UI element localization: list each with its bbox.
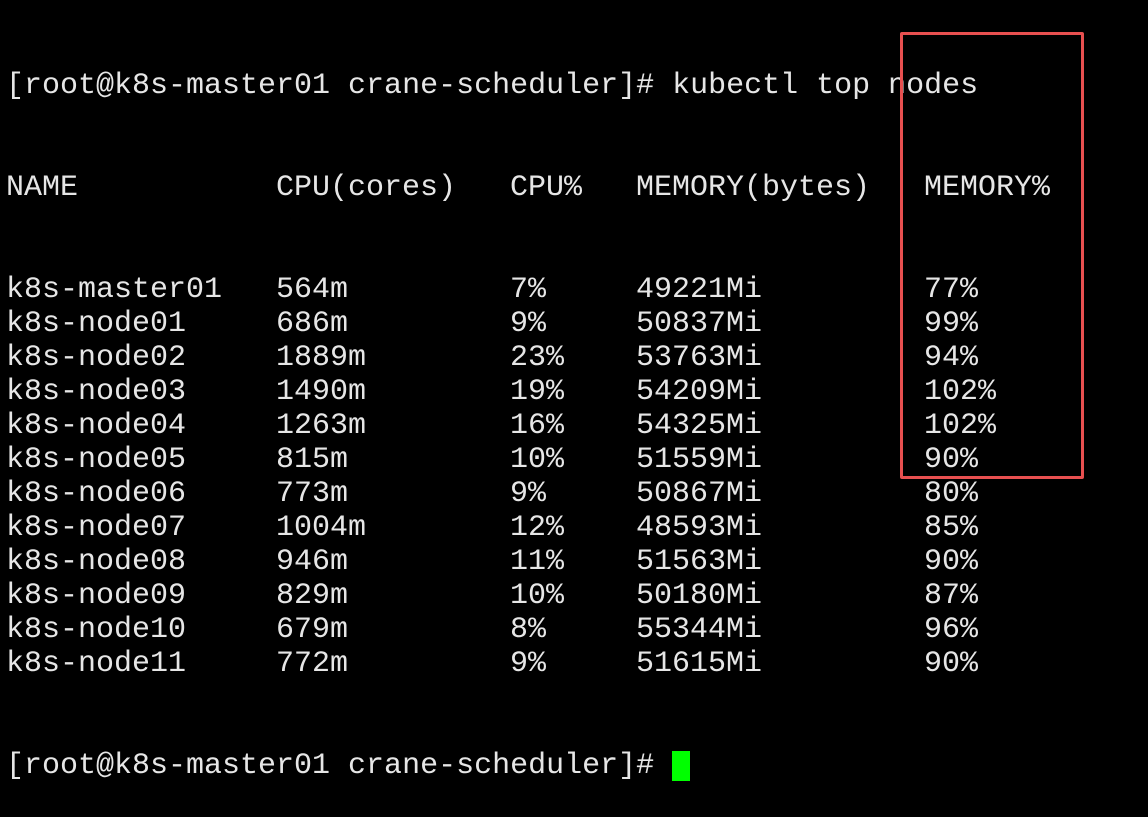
- cpu-cores: 772m: [276, 647, 349, 681]
- memory-bytes: 51559Mi: [636, 443, 763, 477]
- memory-bytes: 54209Mi: [636, 375, 763, 409]
- memory-bytes: 50837Mi: [636, 307, 763, 341]
- table-header: NAME CPU(cores) CPU% MEMORY(bytes) MEMORY%: [6, 171, 1050, 205]
- cpu-percent: 10%: [510, 579, 565, 613]
- node-name: k8s-node05: [6, 443, 187, 477]
- terminal[interactable]: [root@k8s-master01 crane-scheduler]# kub…: [6, 1, 1050, 817]
- node-name: k8s-node03: [6, 375, 187, 409]
- memory-percent: 90%: [924, 647, 979, 681]
- table-row: k8s-node11 772m 9% 51615Mi 90%: [6, 647, 1050, 681]
- table-row: k8s-node07 1004m 12% 48593Mi 85%: [6, 511, 1050, 545]
- cpu-cores: 1490m: [276, 375, 367, 409]
- cpu-cores: 679m: [276, 613, 349, 647]
- cpu-percent: 9%: [510, 647, 547, 681]
- node-name: k8s-node02: [6, 341, 187, 375]
- cursor: [672, 751, 691, 781]
- command-line: [root@k8s-master01 crane-scheduler]# kub…: [6, 69, 1050, 103]
- memory-bytes: 53763Mi: [636, 341, 763, 375]
- header-name: NAME: [6, 171, 79, 205]
- cpu-cores: 1889m: [276, 341, 367, 375]
- cpu-cores: 1263m: [276, 409, 367, 443]
- table-row: k8s-node09 829m 10% 50180Mi 87%: [6, 579, 1050, 613]
- table-row: k8s-master01 564m 7% 49221Mi 77%: [6, 273, 1050, 307]
- cpu-cores: 564m: [276, 273, 349, 307]
- node-name: k8s-node01: [6, 307, 187, 341]
- cpu-cores: 773m: [276, 477, 349, 511]
- node-name: k8s-node10: [6, 613, 187, 647]
- next-prompt-line: [root@k8s-master01 crane-scheduler]#: [6, 749, 1050, 783]
- table-row: k8s-node08 946m 11% 51563Mi 90%: [6, 545, 1050, 579]
- prompt: [root@k8s-master01 crane-scheduler]#: [6, 749, 673, 783]
- memory-percent: 87%: [924, 579, 979, 613]
- cpu-percent: 9%: [510, 477, 547, 511]
- header-cpu-cores: CPU(cores): [276, 171, 457, 205]
- cpu-percent: 7%: [510, 273, 547, 307]
- memory-bytes: 55344Mi: [636, 613, 763, 647]
- table-row: k8s-node10 679m 8% 55344Mi 96%: [6, 613, 1050, 647]
- node-name: k8s-master01: [6, 273, 223, 307]
- node-name: k8s-node06: [6, 477, 187, 511]
- memory-bytes: 50180Mi: [636, 579, 763, 613]
- header-memory-bytes: MEMORY(bytes): [636, 171, 871, 205]
- cpu-cores: 686m: [276, 307, 349, 341]
- memory-percent-highlight-box: [900, 32, 1084, 479]
- memory-bytes: 48593Mi: [636, 511, 763, 545]
- node-name: k8s-node11: [6, 647, 187, 681]
- table-row: k8s-node01 686m 9% 50837Mi 99%: [6, 307, 1050, 341]
- memory-percent: 90%: [924, 545, 979, 579]
- cpu-percent: 11%: [510, 545, 565, 579]
- node-name: k8s-node08: [6, 545, 187, 579]
- cpu-percent: 23%: [510, 341, 565, 375]
- cpu-percent: 9%: [510, 307, 547, 341]
- memory-bytes: 50867Mi: [636, 477, 763, 511]
- table-row: k8s-node02 1889m 23% 53763Mi 94%: [6, 341, 1050, 375]
- memory-bytes: 51563Mi: [636, 545, 763, 579]
- cpu-percent: 16%: [510, 409, 565, 443]
- table-row: k8s-node04 1263m 16% 54325Mi 102%: [6, 409, 1050, 443]
- header-cpu-percent: CPU%: [510, 171, 583, 205]
- node-name: k8s-node04: [6, 409, 187, 443]
- table-row: k8s-node05 815m 10% 51559Mi 90%: [6, 443, 1050, 477]
- cpu-percent: 19%: [510, 375, 565, 409]
- cpu-cores: 1004m: [276, 511, 367, 545]
- memory-bytes: 49221Mi: [636, 273, 763, 307]
- memory-bytes: 51615Mi: [636, 647, 763, 681]
- memory-percent: 85%: [924, 511, 979, 545]
- node-name: k8s-node07: [6, 511, 187, 545]
- memory-bytes: 54325Mi: [636, 409, 763, 443]
- cpu-cores: 815m: [276, 443, 349, 477]
- cpu-percent: 8%: [510, 613, 547, 647]
- cpu-percent: 10%: [510, 443, 565, 477]
- memory-percent: 96%: [924, 613, 979, 647]
- cpu-percent: 12%: [510, 511, 565, 545]
- table-row: k8s-node03 1490m 19% 54209Mi 102%: [6, 375, 1050, 409]
- cpu-cores: 829m: [276, 579, 349, 613]
- memory-percent: 80%: [924, 477, 979, 511]
- cpu-cores: 946m: [276, 545, 349, 579]
- node-name: k8s-node09: [6, 579, 187, 613]
- prompt: [root@k8s-master01 crane-scheduler]#: [6, 69, 673, 103]
- table-row: k8s-node06 773m 9% 50867Mi 80%: [6, 477, 1050, 511]
